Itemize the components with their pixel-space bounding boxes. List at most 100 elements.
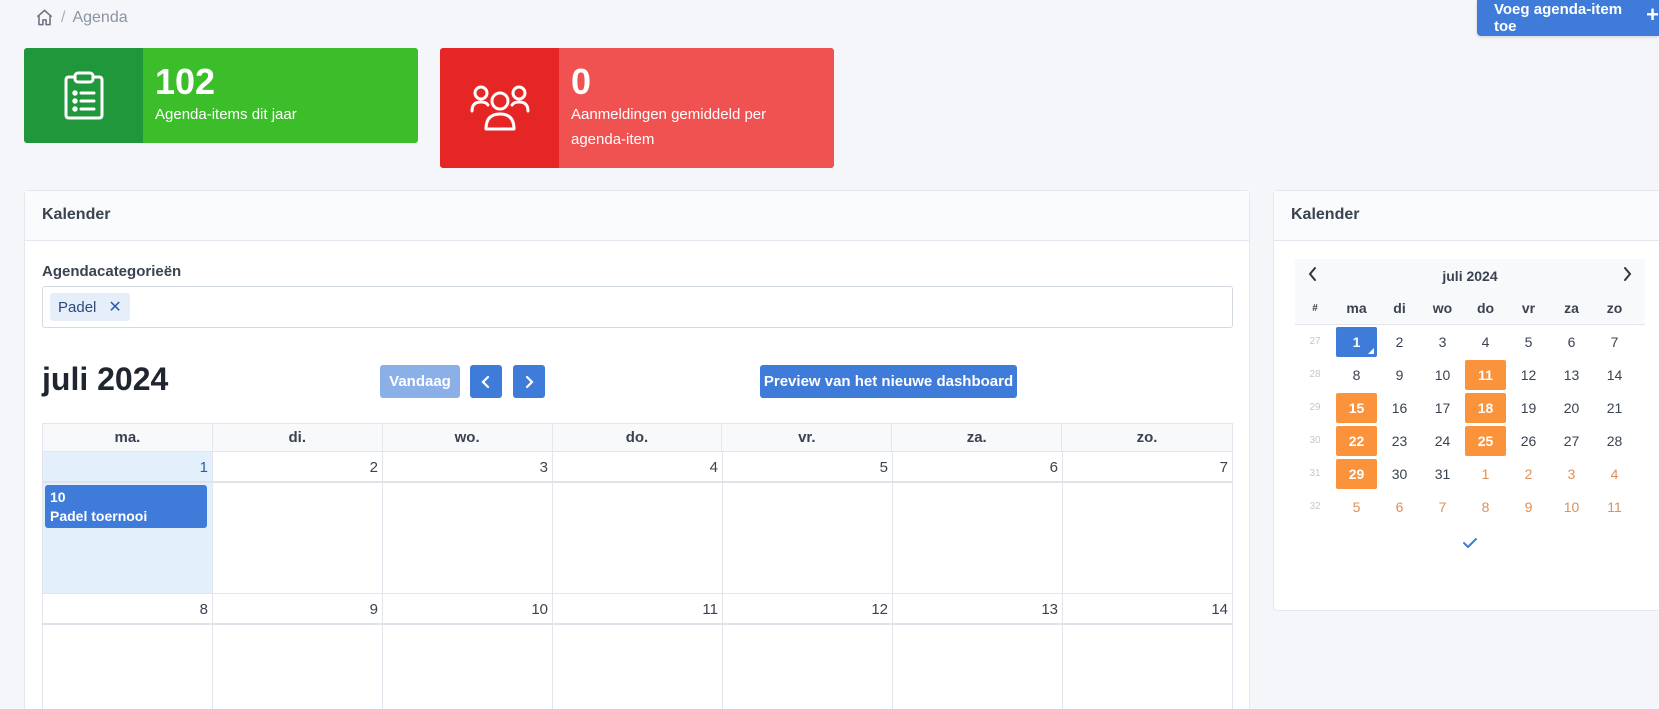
mini-day[interactable]: 14 xyxy=(1594,360,1635,390)
day-number[interactable]: 4 xyxy=(553,452,723,483)
mini-day[interactable]: 4 xyxy=(1465,327,1506,357)
day-cell[interactable] xyxy=(723,483,893,594)
day-number[interactable]: 6 xyxy=(893,452,1063,483)
day-number[interactable]: 2 xyxy=(213,452,383,483)
mini-day[interactable]: 7 xyxy=(1594,327,1635,357)
mini-day[interactable]: 4 xyxy=(1594,459,1635,489)
mini-day[interactable]: 27 xyxy=(1551,426,1592,456)
mini-day[interactable]: 24 xyxy=(1422,426,1463,456)
breadcrumb-separator: / xyxy=(61,8,66,26)
mini-weekday: vr xyxy=(1521,300,1536,316)
weekday-header: do. xyxy=(553,424,723,451)
day-cell[interactable] xyxy=(893,483,1063,594)
day-number[interactable]: 13 xyxy=(893,594,1063,625)
day-cell[interactable] xyxy=(723,625,893,709)
day-cell[interactable] xyxy=(893,625,1063,709)
week-number: 28 xyxy=(1309,369,1321,380)
mini-prev-button[interactable] xyxy=(1307,266,1319,285)
mini-day[interactable]: 9 xyxy=(1508,492,1549,522)
day-number[interactable]: 9 xyxy=(213,594,383,625)
mini-day[interactable]: 26 xyxy=(1508,426,1549,456)
stat-card-agenda-items: 102 Agenda-items dit jaar xyxy=(24,48,418,143)
mini-day[interactable]: 8 xyxy=(1336,360,1377,390)
day-number[interactable]: 1 xyxy=(43,452,213,483)
mini-day[interactable]: 21 xyxy=(1594,393,1635,423)
mini-month-title[interactable]: juli 2024 xyxy=(1442,268,1497,284)
add-agenda-item-label: Voeg agenda-item toe xyxy=(1494,1,1623,35)
mini-day[interactable]: 7 xyxy=(1422,492,1463,522)
mini-day[interactable]: 19 xyxy=(1508,393,1549,423)
mini-calendar: juli 2024 # ma di wo do vr za zo 27 1 2 … xyxy=(1295,259,1645,548)
day-number[interactable]: 5 xyxy=(723,452,893,483)
mini-day[interactable]: 17 xyxy=(1422,393,1463,423)
mini-day[interactable]: 5 xyxy=(1508,327,1549,357)
mini-day[interactable]: 1 xyxy=(1465,459,1506,489)
mini-day[interactable]: 18 xyxy=(1465,392,1506,423)
mini-day[interactable]: 28 xyxy=(1594,426,1635,456)
mini-day[interactable]: 20 xyxy=(1551,393,1592,423)
day-number[interactable]: 10 xyxy=(383,594,553,625)
day-number[interactable]: 3 xyxy=(383,452,553,483)
mini-day[interactable]: 23 xyxy=(1379,426,1420,456)
mini-day[interactable]: 29 xyxy=(1336,458,1377,489)
weekday-header: vr. xyxy=(722,424,893,451)
week-row: 8 9 10 11 12 13 14 xyxy=(42,594,1233,709)
day-cell[interactable]: 10 Padel toernooi xyxy=(43,483,213,594)
mini-day[interactable]: 16 xyxy=(1379,393,1420,423)
panel-title: Kalender xyxy=(25,191,1249,241)
prev-month-button[interactable] xyxy=(470,365,502,398)
mini-day[interactable]: 11 xyxy=(1465,359,1506,390)
mini-next-button[interactable] xyxy=(1621,266,1633,285)
day-number[interactable]: 7 xyxy=(1063,452,1233,483)
mini-day[interactable]: 3 xyxy=(1422,327,1463,357)
day-cell[interactable] xyxy=(213,625,383,709)
mini-day[interactable]: 9 xyxy=(1379,360,1420,390)
day-number[interactable]: 8 xyxy=(43,594,213,625)
mini-day[interactable]: 30 xyxy=(1379,459,1420,489)
next-month-button[interactable] xyxy=(513,365,545,398)
mini-day[interactable]: 10 xyxy=(1551,492,1592,522)
confirm-button[interactable] xyxy=(1295,536,1645,554)
mini-day[interactable]: 2 xyxy=(1508,459,1549,489)
day-cell[interactable] xyxy=(1063,483,1233,594)
mini-day[interactable]: 1 xyxy=(1336,326,1377,357)
mini-day[interactable]: 31 xyxy=(1422,459,1463,489)
mini-day[interactable]: 2 xyxy=(1379,327,1420,357)
mini-day[interactable]: 11 xyxy=(1594,492,1635,522)
mini-day[interactable]: 6 xyxy=(1379,492,1420,522)
day-number[interactable]: 11 xyxy=(553,594,723,625)
mini-day[interactable]: 10 xyxy=(1422,360,1463,390)
mini-day[interactable]: 25 xyxy=(1465,425,1506,456)
stat-card-registrations: 0 Aanmeldingen gemiddeld per agenda-item xyxy=(440,48,834,168)
mini-day[interactable]: 6 xyxy=(1551,327,1592,357)
day-cell[interactable] xyxy=(553,483,723,594)
mini-day[interactable]: 8 xyxy=(1465,492,1506,522)
add-agenda-item-button[interactable]: Voeg agenda-item toe + xyxy=(1477,0,1659,36)
today-button[interactable]: Vandaag xyxy=(380,365,460,398)
preview-dashboard-button[interactable]: Preview van het nieuwe dashboard xyxy=(760,365,1017,398)
mini-day[interactable]: 3 xyxy=(1551,459,1592,489)
remove-tag-icon[interactable]: ✕ xyxy=(108,297,121,317)
event-title: Padel toernooi xyxy=(50,508,148,524)
day-cell[interactable] xyxy=(383,483,553,594)
day-cell[interactable] xyxy=(383,625,553,709)
day-cell[interactable] xyxy=(553,625,723,709)
categories-select[interactable]: Padel ✕ xyxy=(42,286,1233,328)
day-cell[interactable] xyxy=(213,483,383,594)
mini-day[interactable]: 13 xyxy=(1551,360,1592,390)
calendar-event[interactable]: 10 Padel toernooi xyxy=(45,485,207,528)
mini-day[interactable]: 15 xyxy=(1336,392,1377,423)
day-cell[interactable] xyxy=(1063,625,1233,709)
mini-week-row: 28 8 9 10 11 12 13 14 xyxy=(1295,358,1645,391)
weekday-header: zo. xyxy=(1136,429,1158,446)
home-icon[interactable] xyxy=(35,8,54,27)
mini-day[interactable]: 22 xyxy=(1336,425,1377,456)
day-number[interactable]: 14 xyxy=(1063,594,1233,625)
stat-value: 102 xyxy=(155,61,216,102)
day-cell[interactable] xyxy=(43,625,213,709)
day-number[interactable]: 12 xyxy=(723,594,893,625)
mini-week-row: 29 15 16 17 18 19 20 21 xyxy=(1295,391,1645,424)
calendar-panel: Kalender Agendacategorieën Padel ✕ juli … xyxy=(24,190,1250,709)
mini-day[interactable]: 5 xyxy=(1336,492,1377,522)
mini-day[interactable]: 12 xyxy=(1508,360,1549,390)
